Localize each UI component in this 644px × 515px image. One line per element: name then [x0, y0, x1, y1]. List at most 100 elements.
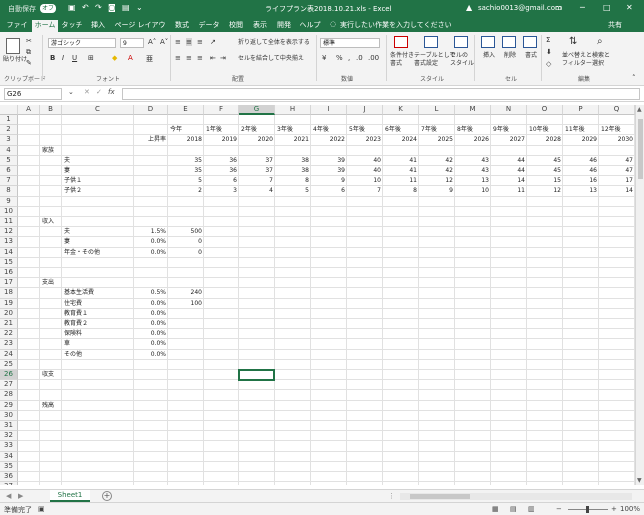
- cell-e5[interactable]: 35: [168, 156, 204, 166]
- cell-d3[interactable]: 上昇率: [134, 135, 168, 145]
- cell-h5[interactable]: 38: [275, 156, 311, 166]
- phonetic-icon[interactable]: 亜: [146, 54, 153, 64]
- page-break-view-icon[interactable]: ▥: [528, 505, 535, 513]
- row-header-33[interactable]: 33: [0, 441, 18, 452]
- cell-styles-icon[interactable]: [454, 36, 468, 48]
- row-header-8[interactable]: 8: [0, 186, 18, 197]
- cell-p8[interactable]: 13: [563, 186, 599, 196]
- maximize-icon[interactable]: □: [603, 3, 611, 12]
- undo-icon[interactable]: ↶: [82, 3, 89, 12]
- delete-cells-button[interactable]: 削除: [504, 52, 516, 60]
- cell-e3[interactable]: 2018: [168, 135, 204, 145]
- tab-split-handle-icon[interactable]: ⋮: [388, 492, 395, 500]
- cell-o6[interactable]: 45: [527, 166, 563, 176]
- cell-c12[interactable]: 夫: [64, 227, 136, 237]
- cell-c13[interactable]: 妻: [64, 237, 136, 247]
- name-box-dropdown-icon[interactable]: ⌄: [68, 88, 74, 96]
- cell-o2[interactable]: 10年後: [529, 125, 565, 135]
- row-header-12[interactable]: 12: [0, 227, 18, 238]
- format-painter-icon[interactable]: ✎: [26, 59, 32, 67]
- fill-icon[interactable]: ⬇: [546, 48, 552, 56]
- cell-e18[interactable]: 240: [168, 288, 204, 298]
- close-icon[interactable]: ✕: [626, 3, 633, 12]
- row-header-27[interactable]: 27: [0, 380, 18, 391]
- row-header-20[interactable]: 20: [0, 308, 18, 319]
- row-header-19[interactable]: 19: [0, 298, 18, 309]
- column-header-g[interactable]: G: [239, 105, 275, 115]
- increase-decimal-icon[interactable]: .0: [356, 54, 363, 62]
- cell-d14[interactable]: 0.0%: [134, 248, 168, 258]
- font-color-icon[interactable]: A: [128, 54, 133, 62]
- cell-d19[interactable]: 0.0%: [134, 299, 168, 309]
- formula-input[interactable]: [122, 88, 640, 100]
- cell-k8[interactable]: 8: [383, 186, 419, 196]
- prev-sheet-icon[interactable]: ◀: [6, 492, 11, 500]
- tab-help[interactable]: ヘルプ: [298, 20, 322, 32]
- minimize-icon[interactable]: ─: [580, 3, 585, 12]
- cell-p6[interactable]: 46: [563, 166, 599, 176]
- cell-d13[interactable]: 0.0%: [134, 237, 168, 247]
- bold-icon[interactable]: B: [50, 54, 55, 62]
- cell-f5[interactable]: 36: [204, 156, 239, 166]
- cell-b4[interactable]: 家族: [42, 146, 64, 156]
- cell-c18[interactable]: 基本生活費: [64, 288, 136, 298]
- tab-formulas[interactable]: 数式: [172, 20, 192, 32]
- cell-g8[interactable]: 4: [239, 186, 275, 196]
- row-header-17[interactable]: 17: [0, 278, 18, 289]
- wrap-text-button[interactable]: 折り返して全体を表示する: [238, 39, 310, 47]
- cell-j3[interactable]: 2023: [347, 135, 383, 145]
- cell-f7[interactable]: 6: [204, 176, 239, 186]
- cell-h7[interactable]: 8: [275, 176, 311, 186]
- cell-i5[interactable]: 39: [311, 156, 347, 166]
- row-header-28[interactable]: 28: [0, 390, 18, 401]
- insert-function-icon[interactable]: fx: [108, 88, 115, 96]
- zoom-out-icon[interactable]: −: [556, 505, 562, 513]
- column-header-f[interactable]: F: [204, 105, 239, 115]
- row-header-14[interactable]: 14: [0, 247, 18, 258]
- cell-m3[interactable]: 2026: [455, 135, 491, 145]
- row-header-34[interactable]: 34: [0, 451, 18, 462]
- camera-icon[interactable]: ◙: [108, 3, 116, 12]
- cell-k6[interactable]: 41: [383, 166, 419, 176]
- cell-j6[interactable]: 40: [347, 166, 383, 176]
- cell-c19[interactable]: 住宅費: [64, 299, 136, 309]
- cell-n7[interactable]: 14: [491, 176, 527, 186]
- cell-i2[interactable]: 4年後: [313, 125, 349, 135]
- cut-icon[interactable]: ✂: [26, 37, 32, 45]
- cell-m2[interactable]: 8年後: [457, 125, 493, 135]
- row-header-30[interactable]: 30: [0, 410, 18, 421]
- column-header-i[interactable]: I: [311, 105, 347, 115]
- enter-formula-icon[interactable]: ✓: [96, 88, 102, 96]
- save-icon[interactable]: ▣: [68, 3, 76, 12]
- column-header-l[interactable]: L: [419, 105, 455, 115]
- name-box[interactable]: G26: [4, 88, 62, 100]
- horizontal-scrollbar[interactable]: [400, 493, 632, 500]
- cell-n5[interactable]: 44: [491, 156, 527, 166]
- indent-decrease-icon[interactable]: ⇤: [210, 54, 216, 62]
- cell-e2[interactable]: 今年: [170, 125, 206, 135]
- tab-home[interactable]: ホーム: [32, 20, 58, 32]
- cell-p3[interactable]: 2029: [563, 135, 599, 145]
- column-header-b[interactable]: B: [40, 105, 62, 115]
- align-bottom-icon[interactable]: ≡: [197, 38, 203, 46]
- italic-icon[interactable]: I: [62, 54, 64, 62]
- column-header-h[interactable]: H: [275, 105, 311, 115]
- paste-icon[interactable]: [6, 38, 20, 54]
- find-select-button[interactable]: 検索と 選択: [592, 52, 610, 68]
- find-icon[interactable]: ⌕: [597, 36, 603, 47]
- cell-d22[interactable]: 0.0%: [134, 329, 168, 339]
- align-middle-icon[interactable]: ≡: [186, 38, 192, 46]
- align-left-icon[interactable]: ≡: [175, 54, 181, 62]
- insert-cells-button[interactable]: 挿入: [483, 52, 495, 60]
- cell-j2[interactable]: 5年後: [349, 125, 385, 135]
- column-header-e[interactable]: E: [168, 105, 204, 115]
- font-size-select[interactable]: 9: [120, 38, 144, 48]
- row-header-37[interactable]: 37: [0, 482, 18, 485]
- cell-i8[interactable]: 6: [311, 186, 347, 196]
- cell-m5[interactable]: 43: [455, 156, 491, 166]
- cell-c5[interactable]: 夫: [64, 156, 136, 166]
- fill-color-icon[interactable]: ◆: [112, 54, 117, 62]
- row-header-32[interactable]: 32: [0, 431, 18, 442]
- ribbon-display-icon[interactable]: ▭: [555, 3, 563, 12]
- customize-qat-icon[interactable]: ⌄: [136, 3, 143, 12]
